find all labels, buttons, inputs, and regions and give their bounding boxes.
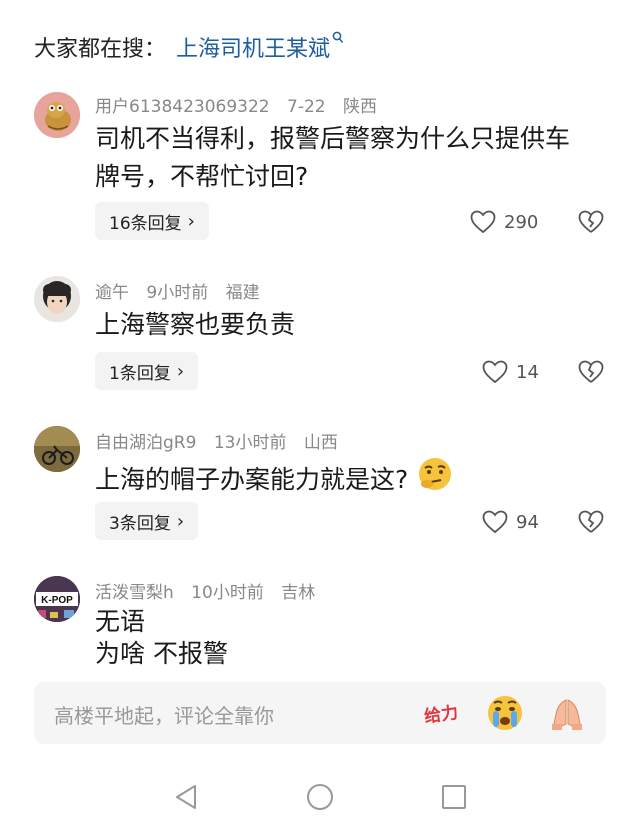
home-nav-button[interactable] <box>305 782 335 816</box>
comment-text-line: 司机不当得利，报警后警察为什么只提供车 <box>95 124 571 153</box>
system-navigation-bar <box>0 770 640 829</box>
comment-text-line: 为啥 不报警 <box>95 639 228 666</box>
recents-square-icon <box>442 785 466 809</box>
comment-item: 逾午 9小时前 福建 上海警察也要负责 1条回复 › 14 <box>0 270 640 420</box>
comment-text[interactable]: 无语 为啥 不报警 <box>95 606 605 666</box>
comment-meta: 自由湖泊gR9 13小时前 山西 <box>95 428 350 453</box>
comment-meta: 逾午 9小时前 福建 <box>95 278 272 303</box>
username[interactable]: 活泼雪梨h <box>95 583 174 603</box>
search-suggestion: 大家都在搜： 上海司机王某斌 <box>34 30 344 64</box>
back-nav-button[interactable] <box>173 782 201 816</box>
like-button[interactable]: 290 <box>470 210 538 234</box>
chevron-right-icon: › <box>176 510 185 532</box>
comment-location: 山西 <box>303 433 338 453</box>
comment-time: 7-22 <box>287 97 326 117</box>
username[interactable]: 逾午 <box>95 283 129 303</box>
comment-location: 福建 <box>225 283 260 303</box>
geili-sticker-text: 给力 <box>423 702 460 728</box>
comment-text-line: 牌号，不帮忙讨回? <box>95 162 309 191</box>
comment-input-placeholder[interactable]: 高楼平地起，评论全靠你 <box>54 700 274 729</box>
back-triangle-icon <box>176 785 196 809</box>
view-replies-button[interactable]: 16条回复 › <box>95 202 209 240</box>
comment-text[interactable]: 司机不当得利，报警后警察为什么只提供车 牌号，不帮忙讨回? <box>95 120 605 196</box>
comment-text[interactable]: 上海警察也要负责 <box>95 306 605 344</box>
view-replies-button[interactable]: 1条回复 › <box>95 352 199 390</box>
comment-meta: 用户6138423069322 7-22 陕西 <box>95 92 389 117</box>
username[interactable]: 自由湖泊gR9 <box>95 433 196 453</box>
dislike-button[interactable] <box>578 510 604 538</box>
comment-input-bar[interactable]: 高楼平地起，评论全靠你 给力 <box>34 682 606 744</box>
broken-heart-icon <box>578 360 604 383</box>
comment-text-line: 无语 <box>95 607 146 636</box>
dislike-button[interactable] <box>578 210 604 238</box>
replies-count: 3条回复 <box>109 513 171 534</box>
heart-icon <box>482 360 508 384</box>
search-query[interactable]: 上海司机王某斌 <box>176 31 330 63</box>
comment-text-line: 上海的帽子办案能力就是这? <box>95 464 409 494</box>
comment-text[interactable]: 上海的帽子办案能力就是这? <box>95 456 605 503</box>
avatar[interactable] <box>34 426 80 472</box>
chevron-right-icon: › <box>187 210 195 232</box>
search-icon <box>332 31 344 49</box>
dislike-button[interactable] <box>578 360 604 388</box>
avatar[interactable] <box>34 92 80 138</box>
heart-icon <box>470 210 496 234</box>
like-count: 94 <box>516 511 539 533</box>
broken-heart-icon <box>578 510 604 533</box>
chevron-right-icon: › <box>176 360 185 382</box>
username[interactable]: 用户6138423069322 <box>95 97 270 117</box>
thinking-face-emoji <box>416 456 454 503</box>
comment-time: 9小时前 <box>146 283 209 303</box>
geili-sticker[interactable]: 给力 <box>422 694 460 732</box>
avatar-text: K-POP <box>41 595 73 606</box>
like-count: 290 <box>504 211 539 233</box>
praying-hands-emoji[interactable] <box>548 694 586 732</box>
comment-list: 用户6138423069322 7-22 陕西 司机不当得利，报警后警察为什么只… <box>0 84 640 666</box>
comment-text-line: 上海警察也要负责 <box>95 310 296 339</box>
search-suggestion-link[interactable]: 上海司机王某斌 <box>176 31 344 63</box>
comment-time: 10小时前 <box>191 583 264 603</box>
comment-item: 用户6138423069322 7-22 陕西 司机不当得利，报警后警察为什么只… <box>0 84 640 270</box>
comment-item: 自由湖泊gR9 13小时前 山西 上海的帽子办案能力就是这? 3条回复 › 94 <box>0 420 640 570</box>
like-button[interactable]: 94 <box>482 510 539 534</box>
search-prefix: 大家都在搜： <box>34 37 167 62</box>
comment-location: 吉林 <box>281 583 316 603</box>
view-replies-button[interactable]: 3条回复 › <box>95 502 199 540</box>
heart-icon <box>482 510 508 534</box>
avatar[interactable] <box>34 276 80 322</box>
replies-count: 16条回复 <box>109 213 182 234</box>
comment-meta: 活泼雪梨h 10小时前 吉林 <box>95 578 327 603</box>
replies-count: 1条回复 <box>109 363 171 384</box>
like-count: 14 <box>516 361 539 383</box>
crying-face-emoji[interactable] <box>486 694 524 732</box>
comment-item: K-POP 活泼雪梨h 10小时前 吉林 无语 为啥 不报警 <box>0 570 640 666</box>
home-circle-icon <box>307 784 333 810</box>
like-button[interactable]: 14 <box>482 360 539 384</box>
comment-time: 13小时前 <box>213 433 287 453</box>
broken-heart-icon <box>578 210 604 233</box>
comment-location: 陕西 <box>343 97 378 117</box>
recents-nav-button[interactable] <box>440 782 468 816</box>
avatar[interactable]: K-POP <box>34 576 80 622</box>
